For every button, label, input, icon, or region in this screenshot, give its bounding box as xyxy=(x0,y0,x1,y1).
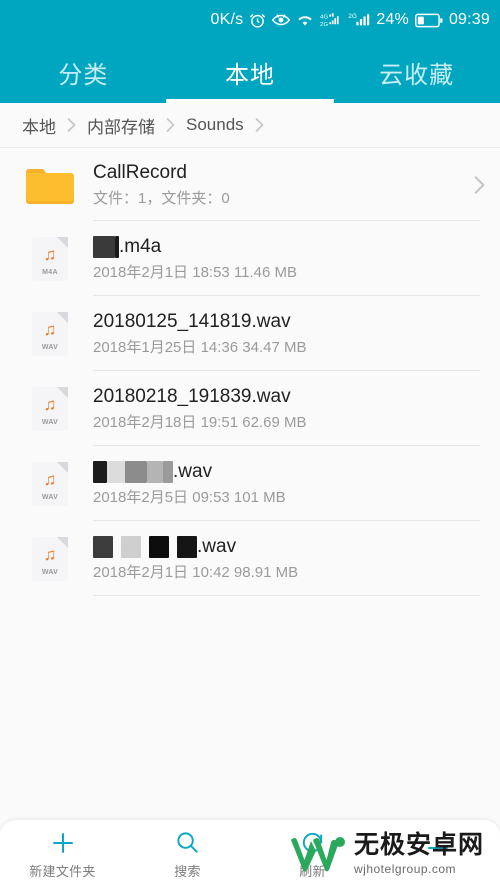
signal-4g-icon: 4G 2G xyxy=(320,12,342,28)
file-ext-label: M4A xyxy=(42,268,58,276)
tab-categories-label: 分类 xyxy=(58,62,109,89)
list-item-file[interactable]: ♫ WAV .wav 2018年2月5日 09:53 101 MB xyxy=(0,446,500,521)
new-folder-button[interactable]: 新建文件夹 xyxy=(0,830,125,880)
eye-icon xyxy=(272,13,291,27)
list-item-file[interactable]: ♫ WAV 20180125_141819.wav 2018年1月25日 14:36 … xyxy=(0,296,500,371)
folder-name: CallRecord xyxy=(93,161,187,183)
breadcrumb-item-sounds[interactable]: Sounds xyxy=(186,115,244,135)
file-detail: 2018年1月25日 14:36 34.47 MB xyxy=(93,338,307,356)
file-meta: 20180125_141819.wav 2018年1月25日 14:36 34.4… xyxy=(78,311,500,356)
file-meta: .wav 2018年2月1日 10:42 98.91 MB xyxy=(78,535,500,582)
redaction-block xyxy=(169,535,177,558)
file-manager-screen: 0K/s 4G 2G 2G 24% 09:39 分类 本地 云收藏 本地 内部存… xyxy=(0,0,500,889)
signal-2g-icon: 2G xyxy=(348,12,370,28)
search-label: 搜索 xyxy=(174,863,201,879)
redaction-block xyxy=(93,235,115,258)
folder-icon xyxy=(22,164,78,206)
more-icon xyxy=(424,839,452,865)
search-icon xyxy=(175,830,200,856)
list-item-file[interactable]: ♫ WAV .wav 2018年2月1日 10:42 98.91 MB xyxy=(0,521,500,596)
redaction-block xyxy=(93,535,113,558)
folder-meta: CallRecord 文件：1，文件夹：0 xyxy=(78,162,458,207)
alarm-icon xyxy=(249,12,266,29)
chevron-right-icon xyxy=(65,116,78,134)
clock-text: 09:39 xyxy=(448,11,490,28)
file-name: 20180218_191839.wav xyxy=(93,386,500,408)
audio-file-icon: ♫ WAV xyxy=(22,536,78,581)
file-meta: 20180218_191839.wav 2018年2月18日 19:51 62.6… xyxy=(78,386,500,431)
battery-percent-text: 24% xyxy=(376,11,409,28)
file-name: .wav xyxy=(93,535,500,558)
file-name: .m4a xyxy=(93,235,500,258)
status-bar: 0K/s 4G 2G 2G 24% 09:39 xyxy=(0,0,500,40)
plus-icon xyxy=(50,830,76,856)
file-ext-label: WAV xyxy=(41,568,59,576)
list-item-folder[interactable]: CallRecord 文件：1，文件夹：0 xyxy=(0,148,500,221)
file-ext-label: WAV xyxy=(41,493,59,501)
search-button[interactable]: 搜索 xyxy=(125,830,250,880)
more-button[interactable] xyxy=(375,839,500,870)
refresh-label: 刷新 xyxy=(299,863,326,879)
wifi-icon xyxy=(296,13,314,27)
redaction-block xyxy=(93,460,107,483)
redaction-block xyxy=(163,460,173,483)
chevron-right-icon[interactable] xyxy=(458,174,500,196)
file-name-text: .wav xyxy=(197,535,237,557)
breadcrumb-item-internal-storage[interactable]: 内部存储 xyxy=(87,113,155,138)
file-detail: 2018年2月1日 18:53 11.46 MB xyxy=(93,263,298,281)
redaction-block xyxy=(147,460,163,483)
file-name-text: 20180125_141819.wav xyxy=(93,310,291,332)
breadcrumb: 本地 内部存储 Sounds xyxy=(0,103,500,148)
list-item-file[interactable]: ♫ M4A .m4a 2018年2月1日 18:53 11.46 MB xyxy=(0,221,500,296)
refresh-icon xyxy=(300,830,325,856)
audio-file-icon: ♫ WAV xyxy=(22,386,78,431)
file-meta: .m4a 2018年2月1日 18:53 11.46 MB xyxy=(78,235,500,282)
audio-file-icon: ♫ WAV xyxy=(22,311,78,356)
folder-detail: 文件：1，文件夹：0 xyxy=(93,189,230,207)
file-ext-label: WAV xyxy=(41,418,59,426)
audio-file-icon: ♫ M4A xyxy=(22,236,78,281)
file-name: 20180125_141819.wav xyxy=(93,311,500,333)
row-divider xyxy=(93,595,480,596)
svg-text:2G: 2G xyxy=(349,13,358,20)
file-detail: 2018年2月1日 10:42 98.91 MB xyxy=(93,563,299,581)
svg-text:2G: 2G xyxy=(320,22,328,28)
tab-categories[interactable]: 分类 xyxy=(0,55,167,103)
file-list: CallRecord 文件：1，文件夹：0 ♫ M4A .m4a 2018年2月1日 … xyxy=(0,148,500,596)
svg-text:4G: 4G xyxy=(320,14,328,20)
redaction-block xyxy=(141,535,149,558)
redaction-block xyxy=(149,535,169,558)
redaction-block xyxy=(107,460,125,483)
tab-cloud-favorites-label: 云收藏 xyxy=(379,62,455,89)
file-rows-container: ♫ M4A .m4a 2018年2月1日 18:53 11.46 MB ♫ WAV 2018… xyxy=(0,221,500,596)
redaction-block xyxy=(113,535,121,558)
redaction-block xyxy=(121,535,141,558)
file-ext-label: WAV xyxy=(41,343,59,351)
audio-file-icon: ♫ WAV xyxy=(22,461,78,506)
redaction-block xyxy=(177,535,197,558)
file-name-text: .wav xyxy=(173,460,213,482)
refresh-button[interactable]: 刷新 xyxy=(250,830,375,880)
file-name-text: 20180218_191839.wav xyxy=(93,385,291,407)
chevron-right-icon xyxy=(253,116,266,134)
file-name-text: .m4a xyxy=(119,235,162,257)
tab-local-label: 本地 xyxy=(225,62,275,89)
chevron-right-icon xyxy=(164,116,177,134)
redaction-block xyxy=(125,460,147,483)
breadcrumb-item-local[interactable]: 本地 xyxy=(22,113,56,138)
file-name: .wav xyxy=(93,460,500,483)
battery-icon xyxy=(414,13,443,28)
new-folder-label: 新建文件夹 xyxy=(29,863,96,879)
file-detail: 2018年2月5日 09:53 101 MB xyxy=(93,488,286,506)
file-meta: .wav 2018年2月5日 09:53 101 MB xyxy=(78,460,500,507)
bottom-toolbar: 新建文件夹 搜索 刷新 xyxy=(0,820,500,889)
tab-cloud-favorites[interactable]: 云收藏 xyxy=(333,55,500,103)
network-speed-text: 0K/s xyxy=(210,11,244,28)
list-item-file[interactable]: ♫ WAV 20180218_191839.wav 2018年2月18日 19:51 … xyxy=(0,371,500,446)
tab-bar: 分类 本地 云收藏 xyxy=(0,40,500,103)
file-detail: 2018年2月18日 19:51 62.69 MB xyxy=(93,413,307,431)
tab-local[interactable]: 本地 xyxy=(167,55,334,103)
